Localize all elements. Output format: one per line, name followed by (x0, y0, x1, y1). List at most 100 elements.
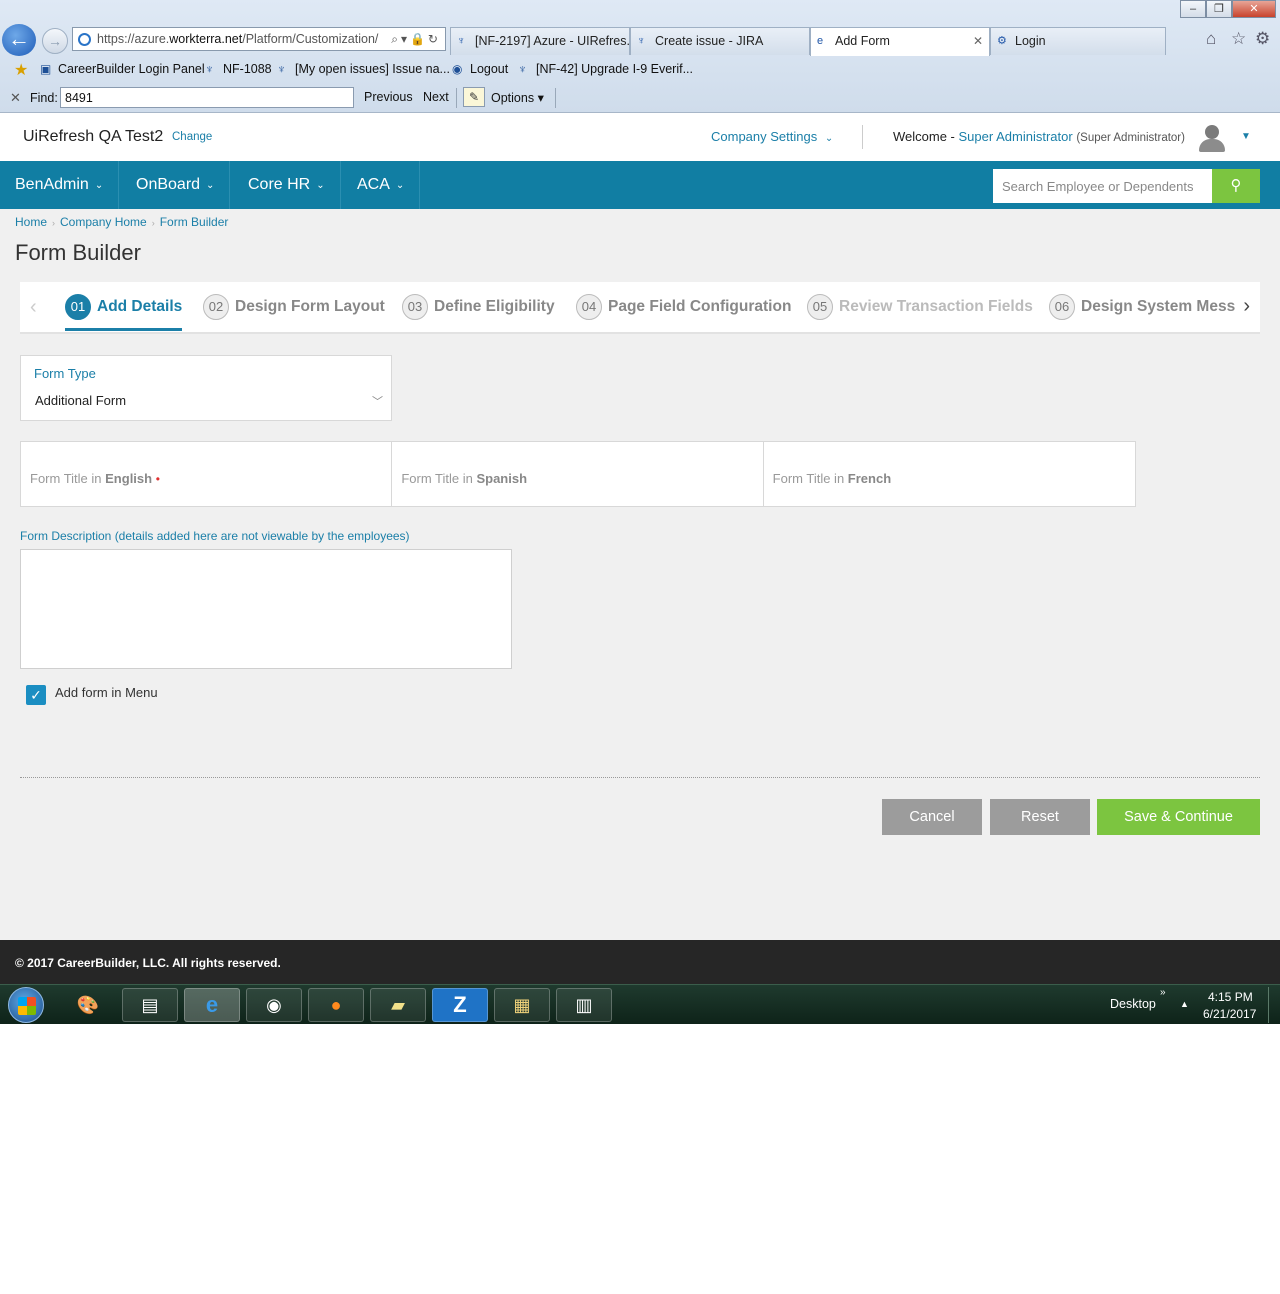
nav-onboard[interactable]: OnBoard ⌄ (121, 161, 231, 209)
placeholder-prefix: Form Title in (772, 471, 845, 486)
chevron-left-icon[interactable]: ‹ (30, 296, 37, 319)
favorite-label: NF-1088 (223, 62, 272, 76)
add-form-in-menu-label[interactable]: Add form in Menu (55, 685, 158, 700)
form-type-select[interactable]: Form Type Additional Form ﹀ (20, 355, 392, 421)
company-settings-menu[interactable]: Company Settings ⌄ (711, 129, 833, 144)
tab-nf-2197[interactable]: ♆ [NF-2197] Azure - UIRefres... (450, 27, 630, 55)
chevron-right-icon[interactable]: › (1237, 295, 1250, 318)
page-icon (78, 33, 91, 46)
forward-button[interactable]: → (42, 28, 68, 54)
form-title-spanish-field[interactable]: Form Title in Spanish (392, 442, 764, 506)
clock-time[interactable]: 4:15 PM (1208, 990, 1253, 1004)
add-form-in-menu-checkbox[interactable]: ✓ (26, 685, 46, 705)
favorite-logout[interactable]: ◉ Logout (452, 62, 508, 76)
favorite-label: [My open issues] Issue na... (295, 62, 450, 76)
favorite-careerbuilder-login[interactable]: ▣ CareerBuilder Login Panel (40, 62, 205, 76)
highlight-icon[interactable]: ✎ (463, 87, 485, 107)
breadcrumb-home[interactable]: Home (15, 215, 47, 229)
step-label: Add Details (97, 298, 183, 315)
find-previous-button[interactable]: Previous (364, 90, 413, 104)
form-title-fields: Form Title in English • Form Title in Sp… (20, 441, 1136, 507)
taskbar-chrome-icon[interactable]: ◉ (246, 988, 302, 1022)
change-company-link[interactable]: Change (172, 131, 212, 143)
close-find-icon[interactable]: ✕ (10, 90, 21, 106)
step-define-eligibility[interactable]: 03 Define Eligibility (402, 294, 555, 324)
windows-logo-icon (18, 997, 36, 1015)
nav-core-hr[interactable]: Core HR ⌄ (233, 161, 341, 209)
chevron-down-icon: ⌄ (94, 180, 104, 191)
step-add-details[interactable]: 01 Add Details (65, 294, 183, 331)
form-title-french-field[interactable]: Form Title in French (764, 442, 1135, 506)
breadcrumb-form-builder[interactable]: Form Builder (160, 215, 229, 229)
tray-expand-icon[interactable]: ▲ (1180, 999, 1189, 1009)
step-design-system-messages[interactable]: 06 Design System Mess (1049, 294, 1235, 324)
start-button[interactable] (8, 987, 44, 1023)
step-label: Review Transaction Fields (839, 298, 1033, 315)
tab-add-form[interactable]: e Add Form ✕ (810, 27, 990, 56)
find-label: Find: (30, 91, 58, 105)
search-button[interactable]: ⚲ (1212, 169, 1260, 203)
favorite-label: Logout (470, 62, 509, 76)
taskbar-paint-icon[interactable]: 🎨 (60, 988, 116, 1022)
favorite-nf-1088[interactable]: ♆ NF-1088 (205, 62, 272, 76)
main-nav: BenAdmin ⌄ OnBoard ⌄ Core HR ⌄ ACA ⌄ ⚲ (0, 161, 1280, 209)
close-window-button[interactable]: ✕ (1232, 0, 1276, 18)
favorite-nf-42[interactable]: ♆ [NF-42] Upgrade I-9 Everif... (518, 62, 693, 76)
restore-button[interactable]: ❐ (1206, 0, 1232, 18)
step-number: 05 (807, 294, 833, 320)
tab-create-issue[interactable]: ♆ Create issue - JIRA (630, 27, 810, 55)
window-titlebar: – ❐ ✕ (0, 0, 1280, 24)
close-tab-icon[interactable]: ✕ (973, 28, 983, 54)
url-domain: workterra.net (169, 32, 243, 46)
find-next-button[interactable]: Next (423, 90, 449, 104)
reset-button[interactable]: Reset (990, 799, 1090, 835)
avatar[interactable] (1198, 123, 1226, 153)
home-icon[interactable]: ⌂ (1206, 29, 1216, 49)
show-desktop-button[interactable] (1268, 987, 1278, 1023)
cancel-button[interactable]: Cancel (882, 799, 982, 835)
favorite-label: CareerBuilder Login Panel (58, 62, 205, 76)
form-description-textarea[interactable] (20, 549, 512, 669)
back-button[interactable]: ← (2, 24, 36, 56)
nav-benadmin[interactable]: BenAdmin ⌄ (0, 161, 120, 209)
user-name-link[interactable]: Super Administrator (959, 129, 1073, 144)
copyright-text: © 2017 CareerBuilder, LLC. All rights re… (15, 956, 281, 970)
save-continue-button[interactable]: Save & Continue (1097, 799, 1260, 835)
chevrons-right-icon[interactable]: » (1160, 987, 1166, 998)
taskbar-task-manager-icon[interactable]: ▥ (556, 988, 612, 1022)
find-bar: ✕ Find: Previous Next ✎ Options ▾ (0, 84, 1280, 112)
minimize-button[interactable]: – (1180, 0, 1206, 18)
taskbar-notepad-icon[interactable]: ▤ (122, 988, 178, 1022)
step-design-form-layout[interactable]: 02 Design Form Layout (203, 294, 385, 324)
taskbar-z-app-icon[interactable]: Z (432, 988, 488, 1022)
find-options-button[interactable]: Options ▾ (491, 90, 544, 105)
desktop-toolbar-label[interactable]: Desktop (1110, 997, 1156, 1011)
nav-label: OnBoard (136, 176, 201, 193)
taskbar-sticky-notes-icon[interactable]: ▰ (370, 988, 426, 1022)
step-page-field-configuration[interactable]: 04 Page Field Configuration (576, 294, 791, 324)
nav-aca[interactable]: ACA ⌄ (342, 161, 421, 209)
user-menu-caret-icon[interactable]: ▼ (1241, 131, 1251, 142)
employee-search-input[interactable] (993, 169, 1213, 203)
welcome-label: Welcome - (893, 129, 955, 144)
settings-gear-icon[interactable]: ⚙ (1255, 29, 1270, 49)
taskbar-firefox-icon[interactable]: ● (308, 988, 364, 1022)
placeholder-prefix: Form Title in (30, 471, 102, 486)
clock-date[interactable]: 6/21/2017 (1203, 1007, 1256, 1021)
taskbar-explorer-icon[interactable]: ▦ (494, 988, 550, 1022)
taskbar-ie-icon[interactable]: e (184, 988, 240, 1022)
favorite-my-open-issues[interactable]: ♆ [My open issues] Issue na... (277, 62, 450, 76)
tab-login[interactable]: ⚙ Login (990, 27, 1166, 55)
address-tools-icon[interactable]: ⌕▾🔒↻ (391, 28, 441, 50)
form-title-english-field[interactable]: Form Title in English • (21, 442, 393, 506)
logout-icon: ◉ (452, 62, 463, 76)
step-number: 02 (203, 294, 229, 320)
page-icon: ▣ (40, 62, 52, 76)
add-favorite-icon[interactable]: ★ (14, 60, 28, 80)
address-bar[interactable]: https://azure.workterra.net/Platform/Cus… (72, 27, 446, 51)
find-input[interactable] (60, 87, 354, 108)
favorites-star-icon[interactable]: ☆ (1231, 29, 1246, 49)
required-marker: • (155, 472, 160, 486)
breadcrumb-company-home[interactable]: Company Home (60, 215, 147, 229)
tab-label: Login (1015, 34, 1046, 48)
